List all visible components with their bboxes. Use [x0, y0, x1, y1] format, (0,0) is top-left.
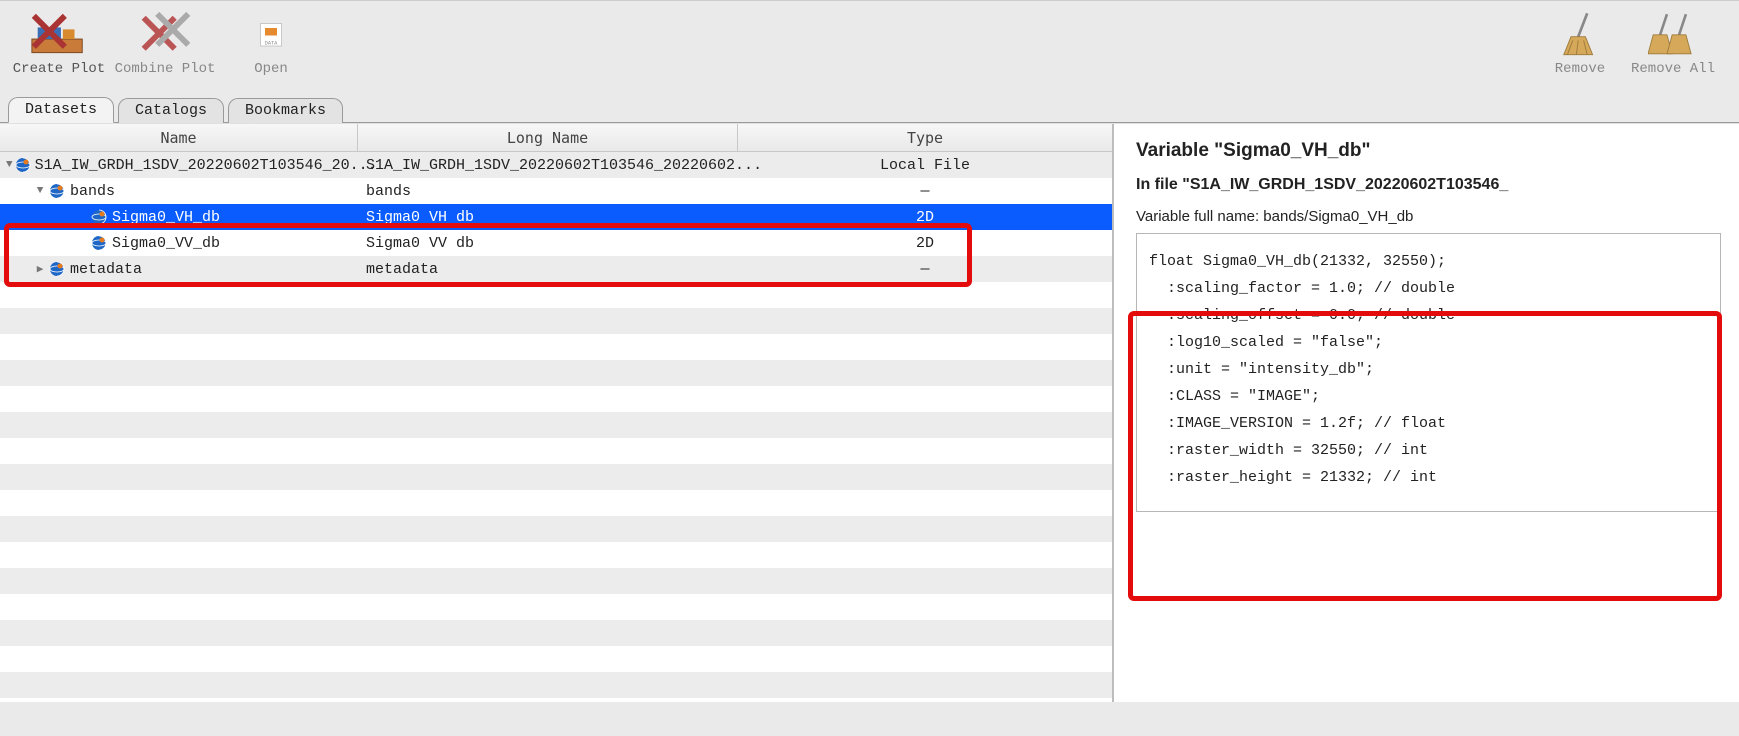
tree-header: Name Long Name Type [0, 124, 1112, 152]
collapse-arrow-icon[interactable]: ▼ [34, 185, 46, 197]
tree-body: ▼S1A_IW_GRDH_1SDV_20220602T103546_20...S… [0, 152, 1112, 282]
collapse-arrow-icon[interactable]: ▼ [6, 159, 13, 171]
column-header-type[interactable]: Type [738, 124, 1112, 151]
detail-pane: Variable "Sigma0_VH_db" In file "S1A_IW_… [1114, 124, 1739, 702]
empty-stripes [0, 282, 1112, 702]
tree-cell-type: 2D [738, 230, 1112, 256]
toolbar: Create Plot Combine Plot [0, 1, 1739, 95]
tree-row[interactable]: ▼bandsbands— [0, 178, 1112, 204]
tree-cell-name: Sigma0_VH_db [0, 204, 358, 230]
broom-icon [1549, 9, 1611, 59]
tree-cell-type: — [738, 178, 1112, 204]
variable-heading: Variable "Sigma0_VH_db" [1136, 140, 1739, 162]
double-broom-icon [1642, 9, 1704, 59]
node-name-text: Sigma0_VH_db [112, 209, 220, 226]
tree-cell-name: ▼S1A_IW_GRDH_1SDV_20220602T103546_20... [0, 152, 358, 178]
tree-cell-name: Sigma0_VV_db [0, 230, 358, 256]
tree-cell-longname: Sigma0 VV db [358, 230, 738, 256]
expand-arrow-icon[interactable]: ▶ [34, 262, 46, 276]
tree-row[interactable]: ▶metadatametadata— [0, 256, 1112, 282]
globe-icon [15, 156, 31, 174]
tree-pane: Name Long Name Type ▼S1A_IW_GRDH_1SDV_20… [0, 124, 1114, 702]
tree-cell-longname: S1A_IW_GRDH_1SDV_20220602T103546_2022060… [358, 152, 738, 178]
tree-cell-longname: metadata [358, 256, 738, 282]
tree-cell-longname: bands [358, 178, 738, 204]
node-name-text: S1A_IW_GRDH_1SDV_20220602T103546_20... [35, 157, 377, 174]
tab-bookmarks[interactable]: Bookmarks [228, 98, 343, 123]
open-button[interactable]: DATA Open [218, 7, 324, 79]
open-icon: DATA [240, 9, 302, 59]
node-name-text: metadata [70, 261, 142, 278]
node-name-text: bands [70, 183, 115, 200]
create-plot-label: Create Plot [13, 61, 105, 77]
tree-cell-type: — [738, 256, 1112, 282]
globe-icon [90, 234, 108, 252]
tab-catalogs[interactable]: Catalogs [118, 98, 224, 123]
tree-row[interactable]: ▼S1A_IW_GRDH_1SDV_20220602T103546_20...S… [0, 152, 1112, 178]
create-plot-icon [28, 9, 90, 59]
create-plot-button[interactable]: Create Plot [6, 7, 112, 79]
node-name-text: Sigma0_VV_db [112, 235, 220, 252]
tree-row[interactable]: Sigma0_VH_db Sigma0 VH db2D [0, 204, 1112, 230]
tree-cell-name: ▶ metadata [0, 256, 358, 282]
remove-all-button[interactable]: Remove All [1623, 7, 1723, 79]
tree-cell-type: Local File [738, 152, 1112, 178]
globe-icon [48, 182, 66, 200]
tree-cell-longname: Sigma0 VH db [358, 204, 738, 230]
remove-all-label: Remove All [1631, 61, 1715, 77]
globe-icon [48, 260, 66, 278]
open-label: Open [254, 61, 288, 77]
tree-cell-type: 2D [738, 204, 1112, 230]
remove-label: Remove [1555, 61, 1605, 77]
tree-cell-name: ▼ bands [0, 178, 358, 204]
globe-icon [90, 208, 108, 226]
column-header-longname[interactable]: Long Name [358, 124, 738, 151]
tree-row[interactable]: Sigma0_VV_db Sigma0 VV db2D [0, 230, 1112, 256]
tab-datasets[interactable]: Datasets [8, 97, 114, 123]
combine-plot-icon [134, 9, 196, 59]
svg-text:DATA: DATA [265, 41, 278, 47]
app-window: Create Plot Combine Plot [0, 0, 1739, 702]
variable-full-name: Variable full name: bands/Sigma0_VH_db [1136, 208, 1739, 225]
main-split: Name Long Name Type ▼S1A_IW_GRDH_1SDV_20… [0, 123, 1739, 702]
tab-bar: Datasets Catalogs Bookmarks [0, 95, 1739, 123]
combine-plot-label: Combine Plot [115, 61, 216, 77]
remove-button[interactable]: Remove [1537, 7, 1623, 79]
combine-plot-button[interactable]: Combine Plot [112, 7, 218, 79]
column-header-name[interactable]: Name [0, 124, 358, 151]
file-heading: In file "S1A_IW_GRDH_1SDV_20220602T10354… [1136, 176, 1739, 194]
attribute-code-box: float Sigma0_VH_db(21332, 32550); :scali… [1136, 233, 1721, 512]
